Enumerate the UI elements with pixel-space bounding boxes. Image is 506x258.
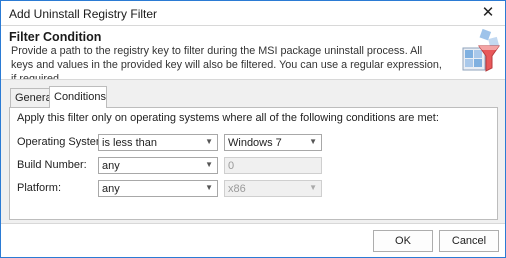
dialog-footer: OK Cancel bbox=[1, 223, 505, 257]
build-number-operator-value: any bbox=[102, 160, 120, 172]
conditions-panel: Apply this filter only on operating syst… bbox=[9, 107, 498, 220]
build-number-label: Build Number: bbox=[17, 159, 87, 171]
operating-system-value: Windows 7 bbox=[228, 137, 282, 149]
operating-system-label: Operating System: bbox=[17, 136, 109, 148]
chevron-down-icon: ▼ bbox=[309, 137, 317, 146]
platform-operator-select[interactable]: any ▼ bbox=[98, 180, 218, 197]
chevron-down-icon: ▼ bbox=[309, 183, 317, 192]
header-title: Filter Condition bbox=[9, 30, 102, 44]
ok-button[interactable]: OK bbox=[373, 230, 433, 252]
close-icon: ✕ bbox=[481, 4, 495, 21]
title-bar: Add Uninstall Registry Filter ✕ bbox=[1, 1, 505, 25]
platform-value-select[interactable]: x86 ▼ bbox=[224, 180, 322, 197]
build-number-operator-select[interactable]: any ▼ bbox=[98, 157, 218, 174]
conditions-description: Apply this filter only on operating syst… bbox=[17, 112, 439, 124]
platform-value: x86 bbox=[228, 183, 246, 195]
content-area: General Conditions Apply this filter onl… bbox=[1, 79, 505, 223]
chevron-down-icon: ▼ bbox=[205, 160, 213, 169]
build-number-field[interactable]: 0 bbox=[224, 157, 322, 174]
platform-label: Platform: bbox=[17, 182, 62, 194]
platform-operator-value: any bbox=[102, 183, 120, 195]
window-title: Add Uninstall Registry Filter bbox=[9, 7, 158, 21]
tab-conditions[interactable]: Conditions bbox=[49, 86, 107, 108]
operating-system-operator-select[interactable]: is less than ▼ bbox=[98, 134, 218, 151]
cancel-button[interactable]: Cancel bbox=[439, 230, 499, 252]
tab-general[interactable]: General bbox=[10, 88, 54, 107]
operating-system-value-select[interactable]: Windows 7 ▼ bbox=[224, 134, 322, 151]
close-button[interactable]: ✕ bbox=[477, 3, 499, 23]
build-number-value: 0 bbox=[228, 160, 235, 172]
chevron-down-icon: ▼ bbox=[205, 137, 213, 146]
operating-system-operator-value: is less than bbox=[102, 137, 158, 149]
header-section: Filter Condition Provide a path to the r… bbox=[1, 25, 505, 85]
registry-filter-icon bbox=[462, 28, 500, 72]
dialog-window: Add Uninstall Registry Filter ✕ Filter C… bbox=[0, 0, 506, 258]
chevron-down-icon: ▼ bbox=[205, 183, 213, 192]
